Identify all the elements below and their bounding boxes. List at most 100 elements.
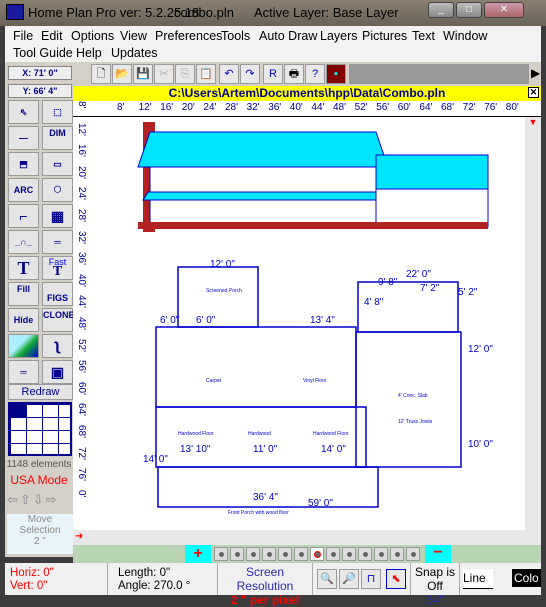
ruler-v-label: 52' — [76, 338, 87, 352]
zoom-level-dot[interactable] — [278, 547, 292, 561]
move-selection: Move Selection 2 " — [7, 514, 73, 554]
cut-icon[interactable]: ✂ — [154, 64, 174, 84]
polygon-tool[interactable]: ⬒ — [8, 152, 39, 176]
menu-help[interactable]: Help — [76, 46, 102, 60]
zoom-level-dot[interactable] — [390, 547, 404, 561]
menu-layers[interactable]: Layers — [320, 29, 358, 43]
zoom-level-dot[interactable] — [246, 547, 260, 561]
zoom-out-minus-button[interactable]: − — [425, 545, 451, 563]
redo-icon[interactable]: ↷ — [240, 64, 260, 84]
minimize-button[interactable]: _ — [428, 2, 454, 18]
menu-tools[interactable]: Tools — [221, 29, 250, 43]
dim-text: 14' 0" — [321, 444, 346, 455]
zoom-window-icon[interactable]: ⬉ — [386, 569, 406, 589]
wall-tool[interactable]: ⌐ — [8, 204, 39, 228]
menu-tool-guide[interactable]: Tool Guide — [13, 46, 73, 60]
circle-tool[interactable]: ○ — [42, 178, 73, 202]
line-tool[interactable]: — — [8, 126, 39, 150]
vertical-scrollbar[interactable]: ▼ — [525, 117, 541, 530]
move-arrows[interactable]: ⇦⇧⇩⇨ — [7, 492, 73, 510]
menu-file[interactable]: File — [13, 29, 33, 43]
dimension-tool[interactable]: DIM — [42, 126, 73, 150]
file-name: combo.pln — [174, 5, 234, 20]
clone-tool[interactable]: CLONE — [42, 308, 75, 332]
save-icon[interactable]: 💾 — [133, 64, 153, 84]
color-button[interactable]: Colo — [512, 569, 541, 587]
fast-text-tool[interactable]: Fast T — [42, 256, 73, 280]
figs-label: FIGS — [46, 293, 68, 303]
menu-view[interactable]: View — [120, 29, 147, 43]
freehand-tool[interactable]: ʅ — [42, 334, 73, 358]
drawing-canvas[interactable]: Screened Porch Carpet Vinyl Floor Hardwo… — [88, 117, 525, 530]
toolbar: 🗋 📂 💾 ✂ ⎘ 📋 ↶ ↷ R 🖶 ? ▪ ▶ — [73, 62, 541, 86]
frame-tool[interactable]: ▣ — [42, 360, 73, 384]
ruler-h-label: 12' — [138, 102, 152, 113]
redraw-button[interactable]: Redraw — [8, 384, 73, 400]
new-file-icon[interactable]: 🗋 — [91, 64, 111, 84]
arc-tool[interactable]: ARC — [8, 178, 39, 202]
menu-auto-draw[interactable]: Auto Draw — [259, 29, 317, 43]
box-select-tool[interactable]: ⬚ — [42, 100, 73, 124]
zoom-level-dot[interactable] — [374, 547, 388, 561]
zoom-fit-icon[interactable]: ⊓ — [361, 569, 381, 589]
hide-tool[interactable]: Hide — [8, 308, 39, 332]
layer-grid[interactable] — [8, 402, 72, 456]
select-arrow-tool[interactable]: ⇖ — [8, 100, 39, 124]
toolbar-right-arrow-icon[interactable]: ▶ — [531, 66, 540, 80]
print-icon[interactable]: 🖶 — [284, 64, 304, 84]
rectangle-tool[interactable]: ▭ — [42, 152, 73, 176]
menu-edit[interactable]: Edit — [41, 29, 63, 43]
zoom-in-plus-button[interactable]: + — [185, 545, 211, 563]
zoom-level-dot[interactable] — [294, 547, 308, 561]
report-icon[interactable]: R — [263, 64, 283, 84]
maximize-button[interactable]: □ — [456, 2, 482, 18]
menu-preferences[interactable]: Preferences — [155, 29, 222, 43]
help-icon[interactable]: ? — [305, 64, 325, 84]
curve-tool[interactable]: _∩_ — [8, 230, 39, 254]
line-button[interactable]: Line — [463, 569, 493, 589]
zoom-level-dot[interactable] — [326, 547, 340, 561]
ruler-h-label: 48' — [333, 102, 347, 113]
text-tool[interactable]: T — [8, 256, 39, 280]
label-hardwood-1: Hardwood Floor — [178, 431, 214, 437]
label-porch: Screened Porch — [206, 288, 242, 294]
menu-pictures[interactable]: Pictures — [362, 29, 407, 43]
undo-icon[interactable]: ↶ — [219, 64, 239, 84]
dim-text: 9' 8" — [378, 277, 398, 288]
zoom-level-selected[interactable] — [310, 547, 324, 561]
close-button[interactable]: ✕ — [484, 2, 524, 18]
zoom-level-dot[interactable] — [358, 547, 372, 561]
paste-icon[interactable]: 📋 — [196, 64, 216, 84]
menu-window[interactable]: Window — [443, 29, 487, 43]
file-path: C:\Users\Artem\Documents\hpp\Data\Combo.… — [168, 86, 446, 100]
figures-tool[interactable]: FIGS — [42, 282, 73, 306]
zoom-level-dot[interactable] — [214, 547, 228, 561]
snap-status[interactable]: Snap is Off — [411, 565, 459, 593]
length-readout: Length: 0" — [118, 567, 171, 579]
menu-options[interactable]: Options — [71, 29, 114, 43]
cabinet-tool[interactable]: ▦ — [42, 204, 73, 228]
open-folder-icon[interactable]: 📂 — [112, 64, 132, 84]
close-path-icon[interactable]: ✕ — [528, 87, 539, 98]
zoom-level-dot[interactable] — [230, 547, 244, 561]
window-tool[interactable]: ═ — [42, 230, 73, 254]
ruler-v-label: 32' — [76, 230, 87, 244]
label-hardwood-3: Hardwood Floor — [313, 431, 349, 437]
zoom-in-icon[interactable]: 🔍 — [317, 569, 337, 589]
vertical-ruler: 8' 12' 16' 20' 24' 28' 32' 36' 40' 44' 48' 52' 56' 60… — [73, 101, 88, 530]
menu-updates[interactable]: Updates — [111, 46, 158, 60]
horizontal-scrollbar[interactable]: ➜ — [73, 530, 541, 545]
exit-door-icon[interactable]: ▪ — [326, 64, 346, 84]
zoom-level-dot[interactable] — [406, 547, 420, 561]
menu-text[interactable]: Text — [412, 29, 435, 43]
label-carpet: Carpet — [206, 378, 222, 384]
double-line-tool[interactable]: ═ — [8, 360, 39, 384]
picture-tool[interactable] — [8, 334, 39, 358]
zoom-out-icon[interactable]: 🔎 — [339, 569, 359, 589]
zoom-level-dot[interactable] — [262, 547, 276, 561]
zoom-level-dot[interactable] — [342, 547, 356, 561]
usa-mode[interactable]: USA Mode — [5, 473, 73, 487]
fill-tool[interactable]: Fill — [8, 282, 39, 306]
dim-text: 12' 0" — [468, 344, 493, 355]
copy-icon[interactable]: ⎘ — [175, 64, 195, 84]
